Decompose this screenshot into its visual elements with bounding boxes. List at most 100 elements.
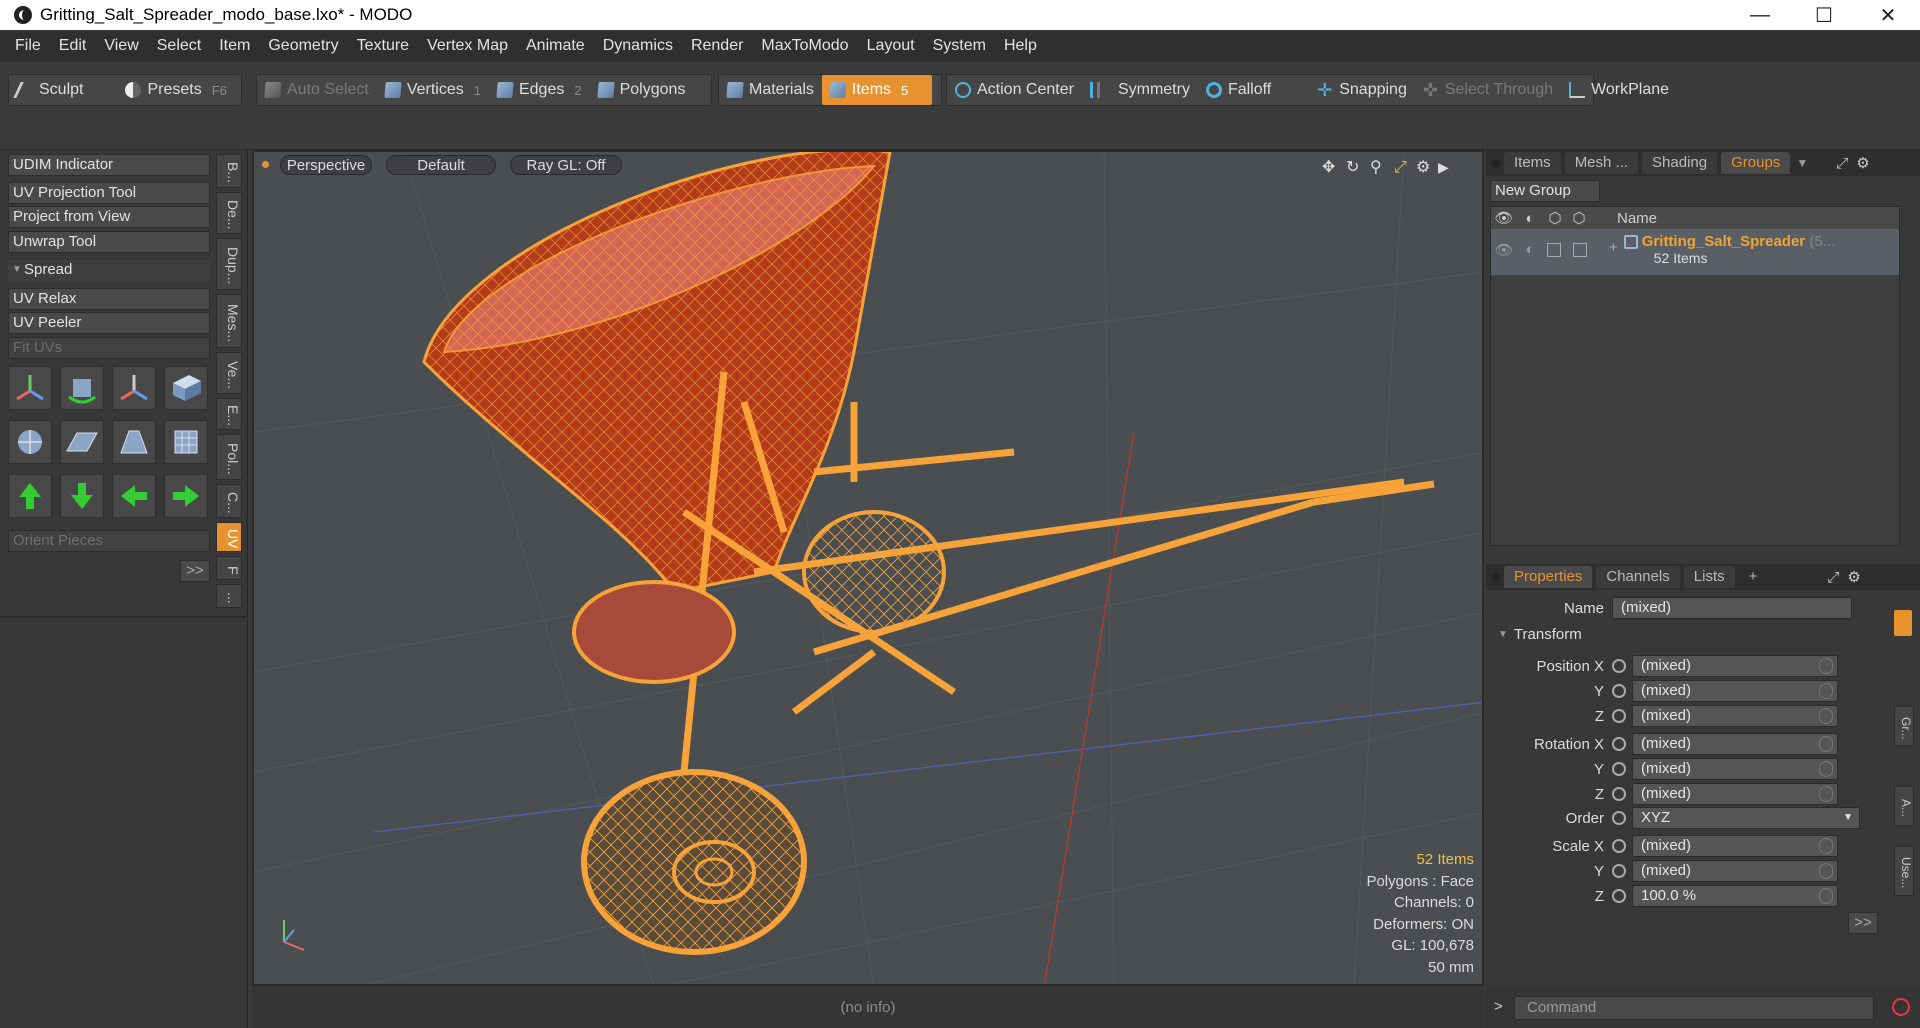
render-toggle-icon[interactable]: ◐ — [1517, 241, 1543, 258]
sculpt-button[interactable]: Sculpt — [9, 75, 91, 105]
new-group-button[interactable]: New Group — [1490, 180, 1600, 202]
scale-y-keyframe-icon[interactable] — [1612, 864, 1626, 878]
menu-layout[interactable]: Layout — [858, 37, 924, 55]
tab-duplicate[interactable]: Dup... — [216, 238, 242, 290]
tab-properties[interactable]: Properties — [1504, 566, 1593, 588]
menu-texture[interactable]: Texture — [348, 37, 418, 55]
unwrap-tool-button[interactable]: Unwrap Tool — [8, 231, 210, 253]
select-checkbox[interactable] — [1573, 243, 1587, 257]
perspective-dropdown[interactable]: Perspective — [280, 155, 372, 175]
side-tab-active[interactable] — [1894, 610, 1912, 636]
symmetry-button[interactable]: Symmetry — [1082, 75, 1198, 105]
position-z-keyframe-icon[interactable] — [1612, 709, 1626, 723]
action-center-button[interactable]: Action Center — [947, 75, 1082, 105]
menu-render[interactable]: Render — [682, 37, 752, 55]
tab-edge[interactable]: E... — [216, 398, 242, 430]
side-tab-user[interactable]: Use... — [1894, 846, 1914, 896]
scale-x-keyframe-icon[interactable] — [1612, 839, 1626, 853]
tab-deform[interactable]: De... — [216, 192, 242, 234]
side-tab-group[interactable]: Gr... — [1894, 706, 1914, 746]
tab-items[interactable]: Items — [1504, 152, 1561, 174]
uv-sphere-icon[interactable] — [8, 420, 52, 464]
presets-button[interactable]: Presets F6 — [117, 75, 234, 105]
side-tab-a[interactable]: A... — [1894, 786, 1914, 826]
properties-menu-dot[interactable] — [1492, 573, 1500, 581]
uv-grid-icon[interactable] — [164, 420, 208, 464]
select-through-button[interactable]: ✜ Select Through — [1415, 75, 1561, 105]
project-from-view-button[interactable]: Project from View — [8, 206, 210, 228]
menu-view[interactable]: View — [95, 37, 147, 55]
fit-uvs-button[interactable]: Fit UVs — [8, 337, 210, 359]
menu-maxtomodo[interactable]: MaxToModo — [752, 37, 857, 55]
menu-animate[interactable]: Animate — [517, 37, 594, 55]
polygons-button[interactable]: Polygons — [590, 75, 694, 105]
udim-indicator-button[interactable]: UDIM Indicator — [8, 154, 210, 176]
rotation-x-field[interactable]: (mixed) — [1632, 733, 1838, 755]
tab-basic[interactable]: B... — [216, 154, 242, 188]
arrow-up-icon[interactable] — [8, 474, 52, 518]
auto-select-button[interactable]: Auto Select — [257, 75, 377, 105]
menu-edit[interactable]: Edit — [50, 37, 96, 55]
snapping-button[interactable]: ✛ Snapping — [1309, 75, 1415, 105]
scale-x-field[interactable]: (mixed) — [1632, 835, 1838, 857]
record-icon[interactable] — [1892, 998, 1910, 1016]
menu-item[interactable]: Item — [210, 37, 259, 55]
properties-options-icon[interactable]: ⚙ — [1847, 568, 1860, 586]
tab-fusion[interactable]: F — [216, 556, 242, 580]
arrow-right-icon[interactable] — [164, 474, 208, 518]
tab-polygon[interactable]: Pol... — [216, 434, 242, 480]
items-button[interactable]: Items 5 — [821, 75, 932, 105]
tab-vertex[interactable]: Ve... — [216, 352, 242, 394]
rotation-z-field[interactable]: (mixed) — [1632, 783, 1838, 805]
spread-section[interactable]: ▼ Spread — [8, 260, 210, 282]
rotation-y-keyframe-icon[interactable] — [1612, 762, 1626, 776]
tab-mesh[interactable]: Mesh ... — [1564, 152, 1639, 174]
visibility-toggle-icon[interactable]: 👁 — [1491, 241, 1517, 259]
menu-system[interactable]: System — [924, 37, 995, 55]
menu-file[interactable]: File — [6, 37, 50, 55]
scale-z-keyframe-icon[interactable] — [1612, 889, 1626, 903]
uv-relax-button[interactable]: UV Relax — [8, 288, 210, 310]
orient-pieces-button[interactable]: Orient Pieces — [8, 530, 210, 552]
uv-scale-icon[interactable] — [112, 366, 156, 410]
uv-cylinder-icon[interactable] — [112, 420, 156, 464]
falloff-button[interactable]: Falloff — [1198, 75, 1279, 105]
rotation-z-keyframe-icon[interactable] — [1612, 787, 1626, 801]
tab-groups[interactable]: Groups — [1721, 152, 1791, 174]
add-tab-button[interactable]: + — [1739, 566, 1768, 588]
arrow-left-icon[interactable] — [112, 474, 156, 518]
maximize-button[interactable]: ☐ — [1792, 0, 1856, 30]
maximize-panel-icon[interactable]: ⤢ — [1836, 155, 1848, 172]
vertices-button[interactable]: Vertices 1 — [377, 75, 489, 105]
lock-checkbox[interactable] — [1547, 243, 1561, 257]
workplane-button[interactable]: WorkPlane — [1561, 75, 1677, 105]
scale-y-field[interactable]: (mixed) — [1632, 860, 1838, 882]
edges-button[interactable]: Edges 2 — [489, 75, 590, 105]
more-properties-button[interactable]: >> — [1848, 912, 1878, 934]
close-button[interactable]: ✕ — [1856, 0, 1920, 30]
uv-box-icon[interactable] — [164, 366, 208, 410]
position-x-field[interactable]: (mixed) — [1632, 655, 1838, 677]
scale-z-field[interactable]: 100.0 % — [1632, 885, 1838, 907]
tab-curve[interactable]: C... — [216, 484, 242, 518]
menu-help[interactable]: Help — [995, 37, 1046, 55]
uv-transform-icon[interactable] — [8, 366, 52, 410]
tabs-dropdown-icon[interactable]: ▼ — [1796, 156, 1808, 170]
command-input[interactable]: Command — [1514, 996, 1874, 1020]
minimize-button[interactable]: — — [1728, 0, 1792, 30]
name-field[interactable]: (mixed) — [1612, 597, 1852, 619]
panel-menu-dot[interactable] — [1492, 159, 1500, 167]
viewport-menu-dot[interactable] — [262, 161, 269, 168]
tab-shading[interactable]: Shading — [1642, 152, 1718, 174]
position-y-keyframe-icon[interactable] — [1612, 684, 1626, 698]
tab-more[interactable]: ... — [216, 584, 242, 608]
menu-select[interactable]: Select — [148, 37, 210, 55]
menu-geometry[interactable]: Geometry — [259, 37, 347, 55]
arrow-down-icon[interactable] — [60, 474, 104, 518]
3d-viewport[interactable]: ✥ ↻ ⚲ ⤢ ⚙ ▶ Perspective Default Ray GL: … — [252, 150, 1484, 986]
position-x-keyframe-icon[interactable] — [1612, 659, 1626, 673]
position-y-field[interactable]: (mixed) — [1632, 680, 1838, 702]
tab-lists[interactable]: Lists — [1683, 566, 1735, 588]
materials-button[interactable]: Materials — [719, 75, 822, 105]
menu-dynamics[interactable]: Dynamics — [594, 37, 682, 55]
